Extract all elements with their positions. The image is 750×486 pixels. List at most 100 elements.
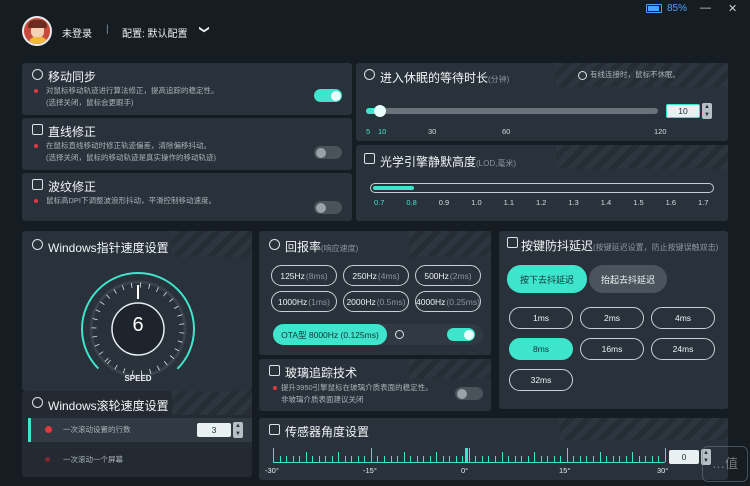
lod-tick-label: 1.7 — [698, 198, 709, 207]
angle-tick — [547, 456, 549, 462]
key-icon — [507, 237, 518, 248]
polling-option[interactable]: 2000Hz (0.5ms) — [343, 291, 409, 312]
ota-toggle[interactable] — [447, 328, 475, 341]
angle-tick — [475, 456, 477, 462]
radio-selected-icon[interactable] — [45, 426, 52, 433]
angle-tick — [299, 456, 301, 462]
chevron-down-icon[interactable]: ❯ — [199, 25, 210, 33]
angle-icon — [269, 424, 280, 435]
debounce-title-text: 按键防抖延迟 — [521, 239, 594, 253]
press-debounce-tab[interactable]: 按下去抖延迟 — [507, 265, 587, 293]
polling-option[interactable]: 250Hz (4ms) — [343, 265, 409, 286]
battery-icon — [646, 4, 662, 13]
lod-title-text: 光学引擎静默高度 — [380, 155, 477, 169]
sleep-slider-handle[interactable] — [373, 105, 386, 117]
straight-toggle[interactable] — [314, 146, 342, 159]
polling-title-text: 回报率 — [285, 240, 322, 254]
login-status[interactable]: 未登录 — [62, 25, 92, 40]
angle-tick — [625, 456, 627, 462]
straight-desc: 在鼠标直线移动时修正轨迹偏差，清除偏移抖动。 — [46, 141, 211, 150]
angle-tick — [377, 456, 379, 462]
angle-tick — [540, 456, 542, 462]
straight-title: 直线修正 — [48, 125, 97, 139]
motion-sync-panel: 移动同步 对鼠标移动轨迹进行算法修正，提高追踪的稳定性。 (选择关闭，鼠标会更跟… — [22, 63, 352, 115]
panel-stripe — [172, 231, 252, 257]
debounce-option[interactable]: 32ms — [509, 369, 573, 391]
angle-tick — [390, 456, 392, 462]
angle-tick — [416, 456, 418, 462]
polling-latency-label: (2ms) — [449, 270, 472, 281]
watermark-logo: …值 — [702, 446, 748, 482]
angle-tick — [344, 456, 346, 462]
polling-rate-label: 500Hz — [424, 270, 449, 281]
glass-toggle[interactable] — [455, 387, 483, 400]
ota-8000hz-option[interactable]: OTA型 8000Hz (0.125ms) — [273, 324, 387, 345]
config-selector[interactable]: 配置: 默认配置 — [122, 25, 188, 40]
polling-latency-label: (4ms) — [377, 270, 400, 281]
angle-tick — [514, 456, 516, 462]
sleep-stepper[interactable]: ▲ ▼ — [702, 103, 712, 119]
scroll-stepper[interactable]: ▲ ▼ — [233, 422, 243, 438]
height-icon — [364, 153, 375, 164]
angle-tick — [612, 456, 614, 462]
angle-tick-label: -30° — [265, 466, 279, 475]
scroll-lines-input[interactable]: 3 — [197, 423, 231, 437]
debounce-option[interactable]: 16ms — [580, 338, 644, 360]
polling-option[interactable]: 1000Hz (1ms) — [271, 291, 337, 312]
polling-option[interactable]: 500Hz (2ms) — [415, 265, 481, 286]
release-debounce-tab[interactable]: 抬起去抖延迟 — [589, 265, 667, 293]
sleep-slider[interactable] — [366, 105, 658, 117]
info-icon[interactable] — [395, 330, 404, 339]
panel-stripe — [559, 418, 728, 440]
lod-tick-label: 1.3 — [568, 198, 579, 207]
angle-tick — [397, 456, 399, 462]
debounce-option[interactable]: 24ms — [651, 338, 715, 360]
sleep-tick-label: 10 — [378, 127, 387, 136]
pointer-title: Windows指针速度设置 — [48, 241, 169, 255]
panel-stripe — [556, 145, 728, 169]
debounce-option[interactable]: 4ms — [651, 307, 715, 329]
lod-slider[interactable] — [370, 183, 714, 193]
scroll-option-lines[interactable]: 一次滚动设置的行数 3 ▲ ▼ — [28, 418, 252, 442]
polling-rate-label: 125Hz — [280, 270, 305, 281]
polling-option[interactable]: 4000Hz (0.25ms) — [415, 291, 481, 312]
glass-title: 玻璃追踪技术 — [285, 366, 358, 380]
angle-tick — [286, 456, 288, 462]
angle-tick — [384, 456, 385, 462]
radio-unselected-icon[interactable] — [45, 457, 50, 462]
angle-tick — [370, 448, 372, 462]
polling-latency-label: (1ms) — [308, 296, 331, 307]
angle-value-input[interactable]: 0 — [669, 450, 699, 464]
minimize-button[interactable]: — — [700, 2, 711, 14]
scroll-title: Windows滚轮速度设置 — [48, 399, 169, 413]
debounce-option[interactable]: 1ms — [509, 307, 573, 329]
close-button[interactable]: ✕ — [728, 2, 737, 15]
straighten-icon — [32, 124, 43, 135]
ota-row: OTA型 8000Hz (0.125ms) — [273, 324, 483, 345]
clock-icon — [364, 69, 375, 80]
scroll-screen-label[interactable]: 一次滚动一个屏幕 — [63, 454, 123, 466]
angle-tick — [442, 456, 444, 462]
sensor-angle-panel: 传感器角度设置 -30° -15° 0° 15° 30° 0 ▲ ▼ — [259, 418, 728, 480]
debounce-option[interactable]: 8ms — [509, 338, 573, 360]
motion-sync-toggle[interactable] — [314, 89, 342, 102]
angle-tick — [312, 456, 314, 462]
sleep-value-input[interactable]: 10 — [666, 104, 700, 118]
wave-icon — [32, 179, 43, 190]
sleep-tick-label: 5 — [366, 127, 371, 136]
ripple-toggle[interactable] — [314, 201, 342, 214]
lod-title: 光学引擎静默高度(LOD,毫米) — [380, 153, 516, 170]
angle-slider-handle[interactable] — [465, 448, 468, 462]
sleep-note: 有线连接时，鼠标不休眠。 — [590, 70, 680, 79]
angle-slider[interactable] — [273, 462, 665, 463]
lod-unit: (LOD,毫米) — [476, 159, 517, 168]
motion-sync-title: 移动同步 — [48, 70, 97, 84]
angle-tick — [410, 456, 412, 462]
lod-tick-label: 0.9 — [438, 198, 450, 207]
pointer-speed-panel: Windows指针速度设置 6 SPEED — [22, 231, 252, 391]
angle-tick — [468, 448, 470, 462]
angle-tick — [645, 456, 647, 462]
debounce-option[interactable]: 2ms — [580, 307, 644, 329]
avatar[interactable] — [22, 16, 52, 46]
polling-option[interactable]: 125Hz (8ms) — [271, 265, 337, 286]
